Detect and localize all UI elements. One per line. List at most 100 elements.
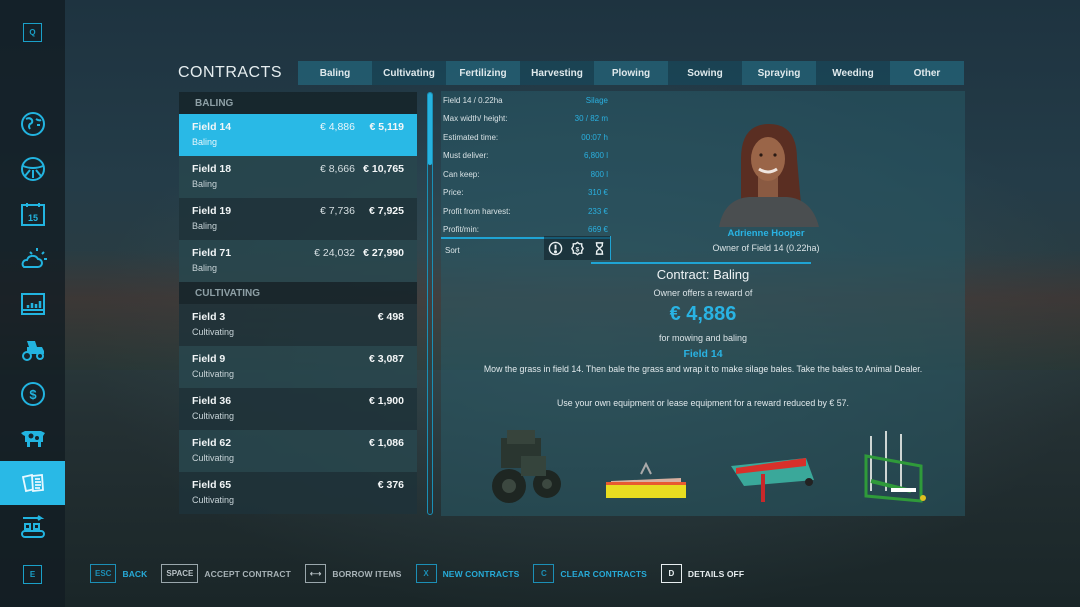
scrollbar-thumb[interactable]	[428, 93, 432, 165]
stat-row-keep: Can keep: 800 l	[441, 165, 611, 184]
list-scrollbar[interactable]	[427, 92, 433, 515]
tab-cultivating[interactable]: Cultivating	[372, 61, 446, 85]
contract-row[interactable]: Field 14 Baling € 4,886 € 5,119	[179, 114, 417, 156]
contract-type: Cultivating	[192, 369, 235, 379]
equipment-tractor	[492, 430, 561, 503]
tab-weeding[interactable]: Weeding	[816, 61, 890, 85]
weather-icon	[21, 248, 47, 268]
stat-label: Profit/min:	[443, 225, 480, 235]
hint-label: NEW CONTRACTS	[442, 568, 520, 579]
tab-fertilizing[interactable]: Fertilizing	[446, 61, 520, 85]
contract-row[interactable]: Field 19 Baling € 7,736 € 7,925	[179, 198, 417, 240]
field-label: Field 14	[683, 348, 723, 360]
contract-type: Cultivating	[192, 327, 235, 337]
key-q[interactable]: Q	[23, 23, 42, 42]
accept-contract-button[interactable]: SPACE ACCEPT CONTRACT	[161, 564, 291, 583]
production-icon	[20, 515, 45, 538]
key-esc: ESC	[90, 564, 117, 583]
svg-text:$: $	[575, 246, 579, 253]
money-icon: $	[570, 241, 584, 255]
hint-label: CLEAR CONTRACTS	[560, 568, 647, 579]
hint-label: BORROW ITEMS	[332, 568, 402, 579]
contract-row[interactable]: Field 36 Cultivating € 1,900	[179, 388, 417, 430]
stat-value: 310 €	[587, 188, 608, 198]
contract-total: € 1,086	[368, 437, 404, 449]
key-x: X	[415, 564, 437, 583]
contract-type: Baling	[192, 137, 218, 147]
category-tabs: Baling Cultivating Fertilizing Harvestin…	[298, 61, 964, 85]
sidebar-item-finances[interactable]: $	[0, 372, 65, 416]
sort-by-urgency-button[interactable]	[544, 236, 566, 260]
sidebar-item-production[interactable]	[0, 506, 65, 550]
clear-contracts-button[interactable]: C CLEAR CONTRACTS	[533, 564, 647, 583]
calendar-icon: 15	[20, 203, 45, 226]
tab-plowing[interactable]: Plowing	[594, 61, 668, 85]
details-toggle-button[interactable]: D DETAILS OFF	[660, 564, 744, 583]
back-button[interactable]: ESC BACK	[90, 564, 147, 583]
page-title: CONTRACTS	[178, 64, 283, 81]
contract-total: € 1,900	[368, 395, 404, 407]
stat-row-max-size: Max width/ height: 30 / 82 m	[441, 110, 611, 129]
owner-portrait	[711, 119, 826, 227]
section-header-baling: BALING	[179, 92, 417, 114]
stat-label: Can keep:	[443, 169, 480, 179]
contract-total: € 498	[377, 311, 404, 323]
contract-row[interactable]: Field 65 Cultivating € 376	[179, 472, 417, 514]
contract-row[interactable]: Field 3 Cultivating € 498	[179, 304, 417, 346]
sidebar-item-statistics[interactable]	[0, 282, 65, 326]
stat-value: 800 l	[590, 169, 608, 179]
stat-label: Field 14 / 0.22ha	[443, 95, 503, 105]
tab-other[interactable]: Other	[890, 61, 964, 85]
stat-label: Price:	[443, 188, 464, 198]
tractor-icon	[21, 341, 44, 361]
contract-type: Cultivating	[192, 411, 235, 421]
sidebar-item-animals[interactable]	[0, 416, 65, 460]
tab-baling[interactable]: Baling	[298, 61, 372, 85]
contract-row[interactable]: Field 18 Baling € 8,666 € 10,765	[179, 156, 417, 198]
contract-row[interactable]: Field 62 Cultivating € 1,086	[179, 430, 417, 472]
stat-row-deliver: Must deliver: 6,800 l	[441, 147, 611, 166]
equipment-tedder	[864, 431, 926, 503]
stat-value: 233 €	[587, 206, 608, 216]
key-d: D	[660, 564, 682, 583]
sort-options: $	[544, 236, 611, 260]
sort-by-reward-button[interactable]: $	[566, 236, 588, 260]
sidebar-item-map[interactable]	[0, 102, 65, 146]
stat-value: Silage	[585, 95, 608, 105]
contract-row[interactable]: Field 9 Cultivating € 3,087	[179, 346, 417, 388]
map-icon	[20, 112, 45, 136]
key-e[interactable]: E	[23, 565, 42, 584]
contract-description: Mow the grass in field 14. Then bale the…	[483, 364, 923, 374]
section-header-cultivating: CULTIVATING	[179, 282, 417, 304]
contract-details-panel: Field 14 / 0.22ha Silage Max width/ heigh…	[441, 91, 965, 516]
contracts-icon	[21, 473, 44, 493]
stat-value: 669 €	[587, 225, 608, 235]
task-summary: for mowing and baling	[658, 333, 748, 343]
key-borrow: ⟷	[304, 564, 327, 583]
sidebar-item-garage[interactable]	[0, 327, 65, 371]
contract-row[interactable]: Field 71 Baling € 24,032 € 27,990	[179, 240, 417, 282]
new-contracts-button[interactable]: X NEW CONTRACTS	[415, 564, 520, 583]
sidebar-item-weather[interactable]	[0, 237, 65, 281]
contract-type: Cultivating	[192, 453, 235, 463]
borrow-items-button[interactable]: ⟷ BORROW ITEMS	[304, 564, 402, 583]
stat-row-time: Estimated time: 00:07 h	[441, 128, 611, 147]
stat-label: Max width/ height:	[443, 114, 508, 124]
hourglass-icon	[595, 241, 603, 255]
tab-spraying[interactable]: Spraying	[742, 61, 816, 85]
contract-field: Field 65	[192, 479, 232, 491]
sidebar-item-vehicles[interactable]	[0, 147, 65, 191]
sidebar-item-contracts[interactable]	[0, 461, 65, 505]
contract-type: Baling	[192, 221, 218, 231]
contract-type: Baling	[192, 263, 218, 273]
tab-harvesting[interactable]: Harvesting	[520, 61, 594, 85]
sidebar-item-calendar[interactable]: 15	[0, 192, 65, 236]
sidebar: Q 15 $ E	[0, 0, 65, 607]
stat-row-price: Price: 310 €	[441, 184, 611, 203]
owner-subtitle: Owner of Field 14 (0.22ha)	[712, 243, 820, 253]
contract-reward: € 24,032	[314, 247, 355, 259]
contract-reward: € 7,736	[319, 205, 355, 217]
sort-by-time-button[interactable]	[588, 236, 610, 260]
key-c: C	[533, 564, 555, 583]
tab-sowing[interactable]: Sowing	[668, 61, 742, 85]
